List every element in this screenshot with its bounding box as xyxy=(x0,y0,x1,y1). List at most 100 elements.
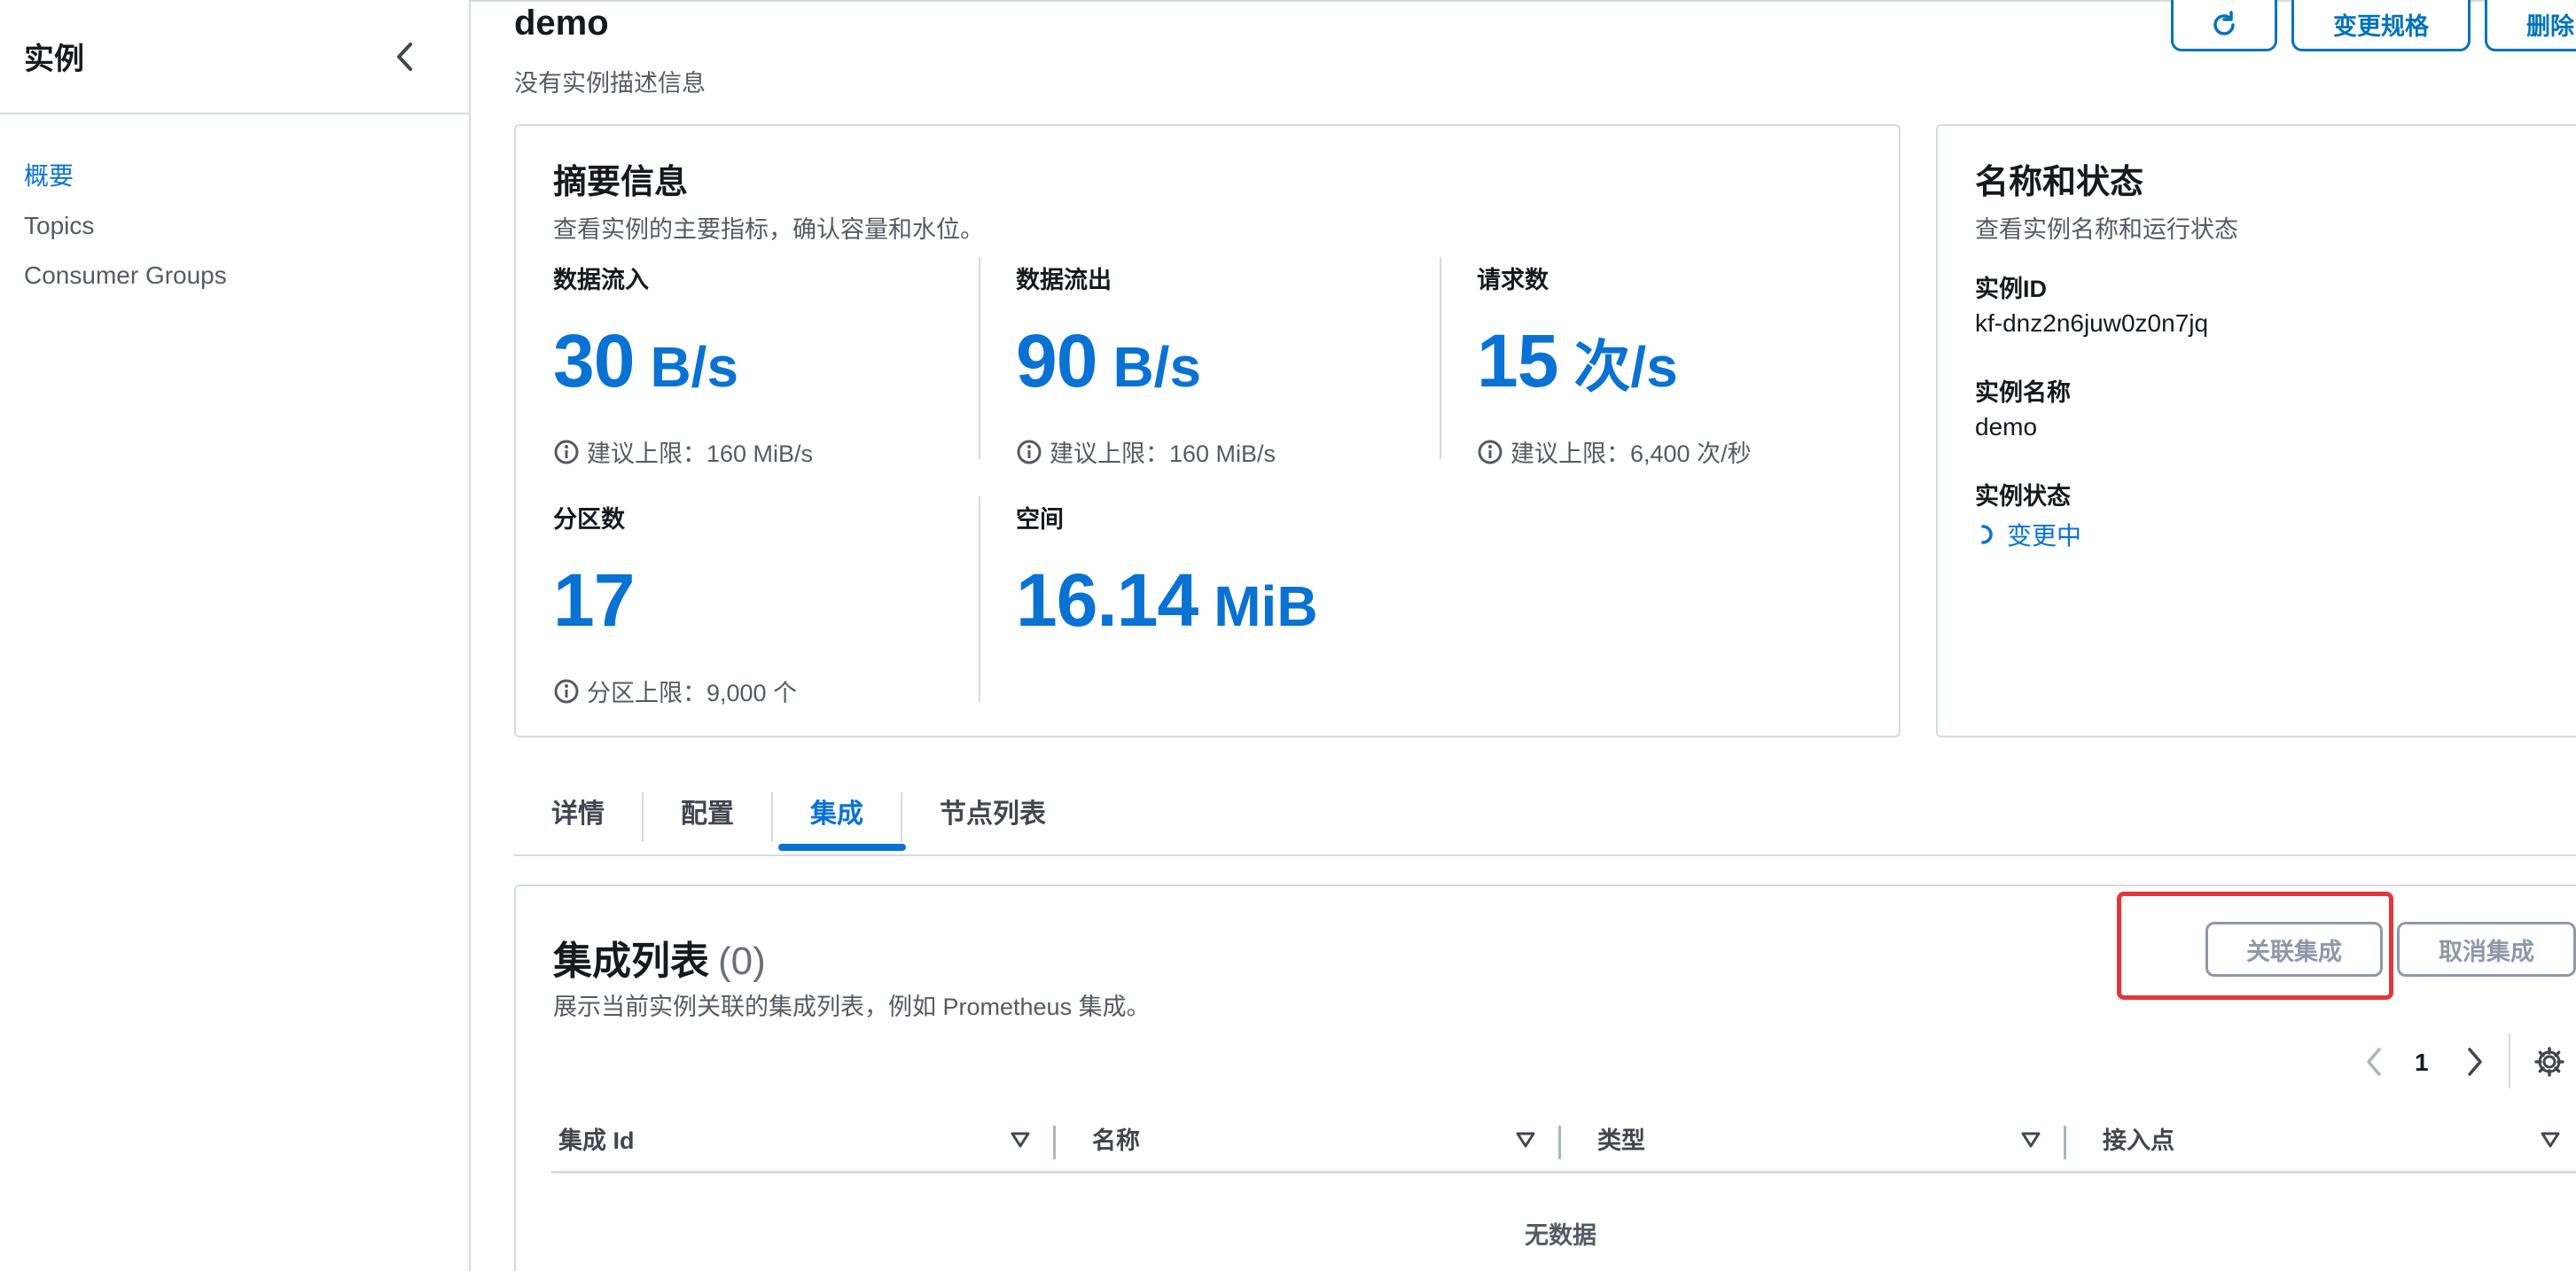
active-tab-indicator xyxy=(778,844,906,851)
spinner-icon xyxy=(1981,525,1993,544)
instance-id-field: 实例ID kf-dnz2n6juw0z0n7jq xyxy=(1975,269,2576,338)
info-icon xyxy=(1017,440,1042,464)
metric-hint-text: 分区上限：9,000 个 xyxy=(587,680,798,706)
metric-unit: B/s xyxy=(1112,335,1202,399)
column-header-type[interactable]: 类型 xyxy=(1597,1119,1645,1163)
metric-label: 数据流出 xyxy=(1016,267,1112,293)
refresh-button[interactable] xyxy=(2171,0,2277,51)
metric-data-in: 数据流入 30 B/s 建议上限：160 MiB/s xyxy=(553,261,813,469)
sort-down-icon[interactable] xyxy=(2541,1131,2560,1149)
info-icon xyxy=(1478,440,1503,464)
metric-hint-text: 建议上限：160 MiB/s xyxy=(587,441,814,467)
sidebar-item-topics[interactable]: Topics xyxy=(0,201,469,251)
metric-data-out: 数据流出 90 B/s 建议上限：160 MiB/s xyxy=(1016,261,1276,469)
column-resizer[interactable] xyxy=(1558,1126,1561,1159)
table-settings-button[interactable] xyxy=(2533,1046,2565,1082)
column-resizer[interactable] xyxy=(2064,1126,2066,1159)
instance-status-value: 变更中 xyxy=(1975,517,2576,552)
integrations-title-text: 集成列表 xyxy=(553,940,709,983)
integrations-count: (0) xyxy=(718,940,766,983)
tab-config[interactable]: 配置 xyxy=(644,779,771,855)
summary-subtitle: 查看实例的主要指标，确认容量和水位。 xyxy=(553,216,984,243)
metric-hint-text: 建议上限：6,400 次/秒 xyxy=(1510,441,1752,467)
name-status-subtitle: 查看实例名称和运行状态 xyxy=(1975,216,2238,243)
instance-status-label: 实例状态 xyxy=(1975,483,2071,510)
metric-hint: 建议上限：160 MiB/s xyxy=(553,434,813,469)
collapse-sidebar-button[interactable] xyxy=(386,37,425,76)
name-status-card: 名称和状态 查看实例名称和运行状态 实例ID kf-dnz2n6juw0z0n7… xyxy=(1936,124,2576,737)
tab-details[interactable]: 详情 xyxy=(514,779,642,855)
info-icon xyxy=(554,440,579,464)
sidebar-title: 实例 xyxy=(24,43,84,76)
table-header: 集成 Id 名称 类型 接入点 xyxy=(551,1119,2576,1174)
metric-partitions: 分区数 17 分区上限：9,000 个 xyxy=(553,500,797,708)
sidebar-header: 实例 xyxy=(0,0,469,114)
info-icon xyxy=(554,679,579,703)
metric-number: 17 xyxy=(553,558,635,642)
metric-value: 17 xyxy=(553,558,797,643)
empty-state-text: 无数据 xyxy=(1525,1222,1596,1249)
metric-hint: 建议上限：6,400 次/秒 xyxy=(1477,434,1752,469)
prev-page-button[interactable] xyxy=(2363,1046,2385,1082)
metric-number: 30 xyxy=(553,319,635,402)
metric-divider xyxy=(979,257,980,459)
metric-value: 15 次/s xyxy=(1477,318,1752,404)
metric-value: 30 B/s xyxy=(553,318,813,404)
chevron-left-icon xyxy=(397,42,412,71)
delete-button[interactable]: 删除 xyxy=(2485,0,2576,51)
next-page-button[interactable] xyxy=(2464,1046,2486,1082)
metric-value: 16.14 MiB xyxy=(1016,558,1318,643)
name-status-title: 名称和状态 xyxy=(1975,164,2144,201)
column-resizer[interactable] xyxy=(1053,1126,1056,1159)
page-title: demo xyxy=(514,4,609,43)
instance-name-value: demo xyxy=(1975,413,2038,441)
metric-unit: 次/s xyxy=(1573,335,1678,399)
metric-number: 90 xyxy=(1016,319,1097,402)
integrations-description: 展示当前实例关联的集成列表，例如 Prometheus 集成。 xyxy=(553,994,1151,1020)
page-description: 没有实例描述信息 xyxy=(514,70,706,97)
metric-label: 空间 xyxy=(1016,506,1064,533)
column-header-integration-id[interactable]: 集成 Id xyxy=(558,1119,635,1163)
metric-unit: MiB xyxy=(1214,574,1318,638)
sort-down-icon[interactable] xyxy=(1011,1131,1030,1149)
sidebar-nav: 概要 Topics Consumer Groups xyxy=(0,114,469,300)
column-header-endpoint[interactable]: 接入点 xyxy=(2103,1119,2174,1163)
metric-label: 数据流入 xyxy=(553,267,649,293)
instance-status-field: 实例状态 变更中 xyxy=(1975,477,2576,552)
metric-label: 请求数 xyxy=(1477,267,1549,293)
column-header-name[interactable]: 名称 xyxy=(1092,1119,1140,1163)
metric-number: 16.14 xyxy=(1016,558,1198,642)
summary-card: 摘要信息 查看实例的主要指标，确认容量和水位。 数据流入 30 B/s 建议上限… xyxy=(514,124,1901,737)
sidebar: 实例 概要 Topics Consumer Groups xyxy=(0,0,471,1271)
sidebar-item-consumer-groups[interactable]: Consumer Groups xyxy=(0,251,469,300)
metric-number: 15 xyxy=(1477,319,1558,402)
refresh-icon xyxy=(2213,10,2235,35)
integrations-title: 集成列表 (0) xyxy=(553,929,766,986)
instance-id-label: 实例ID xyxy=(1975,276,2047,302)
metric-divider xyxy=(1440,257,1441,459)
associate-integration-button[interactable]: 关联集成 xyxy=(2205,922,2383,977)
metric-divider xyxy=(979,496,980,702)
instance-name-field: 实例名称 demo xyxy=(1975,373,2576,441)
sort-down-icon[interactable] xyxy=(2021,1131,2041,1149)
instance-id-value: kf-dnz2n6juw0z0n7jq xyxy=(1975,309,2209,337)
current-page[interactable]: 1 xyxy=(2415,1049,2429,1077)
metric-unit: B/s xyxy=(650,335,739,399)
gear-icon xyxy=(2534,1047,2564,1077)
resize-button[interactable]: 变更规格 xyxy=(2291,0,2471,51)
summary-title: 摘要信息 xyxy=(553,164,689,201)
sidebar-item-overview[interactable]: 概要 xyxy=(0,152,469,201)
chevron-right-icon xyxy=(2468,1048,2482,1076)
metric-storage: 空间 16.14 MiB xyxy=(1016,500,1318,643)
instance-name-label: 实例名称 xyxy=(1975,379,2071,406)
tab-nodes[interactable]: 节点列表 xyxy=(902,779,1083,855)
instance-status-text: 变更中 xyxy=(2007,522,2082,550)
sort-down-icon[interactable] xyxy=(1516,1131,1535,1149)
metric-hint-text: 建议上限：160 MiB/s xyxy=(1050,441,1276,467)
metric-hint: 建议上限：160 MiB/s xyxy=(1016,434,1276,469)
pager-divider xyxy=(2509,1033,2510,1088)
chevron-left-icon xyxy=(2367,1048,2381,1076)
cancel-integration-button[interactable]: 取消集成 xyxy=(2397,922,2576,977)
metric-requests: 请求数 15 次/s 建议上限：6,400 次/秒 xyxy=(1477,261,1752,469)
metric-value: 90 B/s xyxy=(1016,318,1276,404)
